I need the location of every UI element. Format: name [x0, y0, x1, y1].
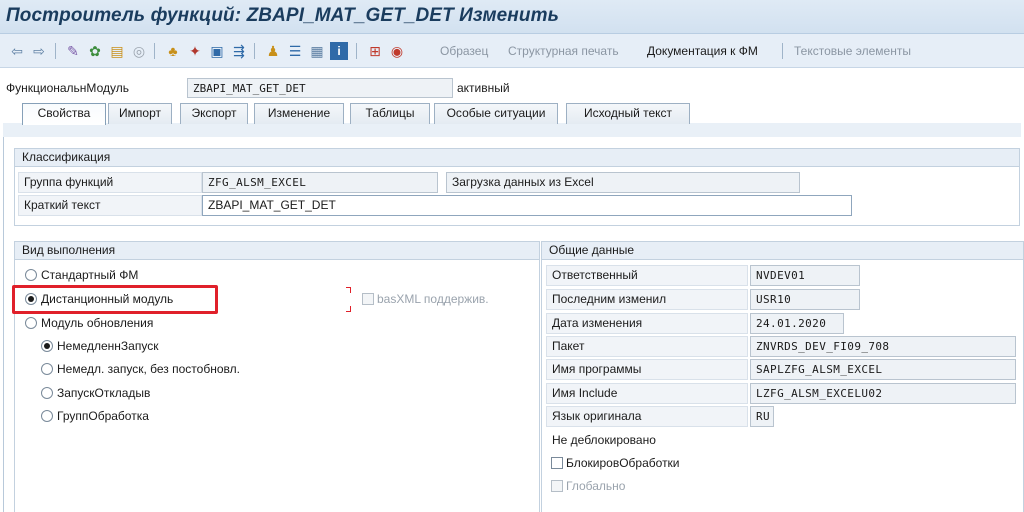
hierarchy-icon[interactable]: ♟ [264, 42, 282, 60]
immediate-no-postupdate-label: Немедл. запуск, без постобновл. [57, 362, 240, 376]
global-checkbox[interactable] [551, 480, 563, 492]
short-text-label: Краткий текст [18, 195, 202, 216]
tab-exceptions[interactable]: Особые ситуации [434, 103, 558, 124]
collective-run-label: ГруппОбработка [57, 409, 149, 423]
display-object-list-icon[interactable]: ▦ [308, 42, 326, 60]
function-group-description: Загрузка данных из Excel [446, 172, 800, 193]
tab-tables[interactable]: Таблицы [350, 103, 430, 124]
standard-fm-radio[interactable] [25, 269, 37, 281]
pretty-printer-icon[interactable]: ⇶ [230, 42, 248, 60]
toolbar-separator [782, 43, 783, 59]
pretty-print-button[interactable]: Структурная печать [508, 44, 619, 58]
toolbar-separator [55, 43, 56, 59]
toolbar-separator [154, 43, 155, 59]
activate-icon[interactable]: ✦ [186, 42, 204, 60]
change-date-label: Дата изменения [546, 313, 748, 334]
include-name-label: Имя Include [546, 383, 748, 404]
focus-bracket [346, 287, 351, 293]
include-name-field[interactable]: LZFG_ALSM_EXCELU02 [750, 383, 1016, 404]
general-data-title: Общие данные [542, 242, 1023, 260]
toolbar-separator [356, 43, 357, 59]
check-icon[interactable]: ♣ [164, 42, 182, 60]
function-group-field[interactable]: ZFG_ALSM_EXCEL [202, 172, 438, 193]
last-changed-field[interactable]: USR10 [750, 289, 860, 310]
update-module-radio[interactable] [25, 317, 37, 329]
active-inactive-icon[interactable]: ▤ [108, 42, 126, 60]
fm-documentation-button[interactable]: Документация к ФМ [647, 44, 758, 58]
window-title: Построитель функций: ZBAPI_MAT_GET_DET И… [6, 5, 559, 26]
display-change-icon[interactable]: ✿ [86, 42, 104, 60]
test-icon[interactable]: ▣ [208, 42, 226, 60]
function-module-field[interactable]: ZBAPI_MAT_GET_DET [187, 78, 453, 98]
forward-arrow-icon[interactable]: ⇨ [30, 42, 48, 60]
original-language-field[interactable]: RU [750, 406, 774, 427]
info-icon[interactable]: i [330, 42, 348, 60]
object-list-icon[interactable]: ☰ [286, 42, 304, 60]
tab-panel-strip [3, 123, 1021, 137]
collective-run-radio[interactable] [41, 410, 53, 422]
text-elements-button[interactable]: Текстовые элементы [794, 44, 911, 58]
breakpoint-icon[interactable]: ◉ [388, 42, 406, 60]
immediate-no-postupdate-radio[interactable] [41, 363, 53, 375]
where-used-icon[interactable]: ◎ [130, 42, 148, 60]
standard-fm-label: Стандартный ФМ [41, 268, 139, 282]
not-released-text: Не деблокировано [552, 433, 656, 447]
change-date-field[interactable]: 24.01.2020 [750, 313, 844, 334]
program-name-label: Имя программы [546, 359, 748, 380]
responsible-label: Ответственный [546, 265, 748, 286]
edit-lock-checkbox[interactable] [551, 457, 563, 469]
responsible-field[interactable]: NVDEV01 [750, 265, 860, 286]
application-toolbar: ⇦ ⇨ ✎ ✿ ▤ ◎ ♣ ✦ ▣ ⇶ ♟ ☰ ▦ i ⊞ ◉ Образец … [0, 34, 1024, 68]
global-label: Глобально [566, 479, 626, 493]
classification-title: Классификация [15, 149, 1019, 167]
immediate-start-radio[interactable] [41, 340, 53, 352]
basxml-label: basXML поддержив. [377, 292, 489, 306]
title-bar: Построитель функций: ZBAPI_MAT_GET_DET И… [0, 0, 1024, 34]
original-language-label: Язык оригинала [546, 406, 748, 427]
short-text-input[interactable]: ZBAPI_MAT_GET_DET [202, 195, 852, 216]
function-group-label: Группа функций [18, 172, 202, 193]
tab-source-code[interactable]: Исходный текст [566, 103, 690, 124]
function-module-icon[interactable]: ⊞ [366, 42, 384, 60]
program-name-field[interactable]: SAPLZFG_ALSM_EXCEL [750, 359, 1016, 380]
delayed-start-radio[interactable] [41, 387, 53, 399]
delayed-start-label: ЗапускОткладыв [57, 386, 151, 400]
update-module-label: Модуль обновления [41, 316, 154, 330]
focus-bracket [346, 306, 351, 312]
other-object-icon[interactable]: ✎ [64, 42, 82, 60]
edit-lock-label: БлокировОбработки [566, 456, 680, 470]
toolbar-separator [254, 43, 255, 59]
package-label: Пакет [546, 336, 748, 357]
execution-type-title: Вид выполнения [15, 242, 539, 260]
tab-changing[interactable]: Изменение [254, 103, 344, 124]
remote-module-highlight [12, 285, 218, 314]
function-module-status: активный [457, 81, 510, 95]
immediate-start-label: НемедленнЗапуск [57, 339, 159, 353]
tab-import[interactable]: Импорт [108, 103, 172, 124]
basxml-checkbox[interactable] [362, 293, 374, 305]
tab-export[interactable]: Экспорт [180, 103, 248, 124]
package-field[interactable]: ZNVRDS_DEV_FI09_708 [750, 336, 1016, 357]
last-changed-label: Последним изменил [546, 289, 748, 310]
tab-properties[interactable]: Свойства [22, 103, 106, 125]
function-module-label: ФункциональнМодуль [6, 81, 129, 95]
pattern-button[interactable]: Образец [440, 44, 488, 58]
back-arrow-icon[interactable]: ⇦ [8, 42, 26, 60]
